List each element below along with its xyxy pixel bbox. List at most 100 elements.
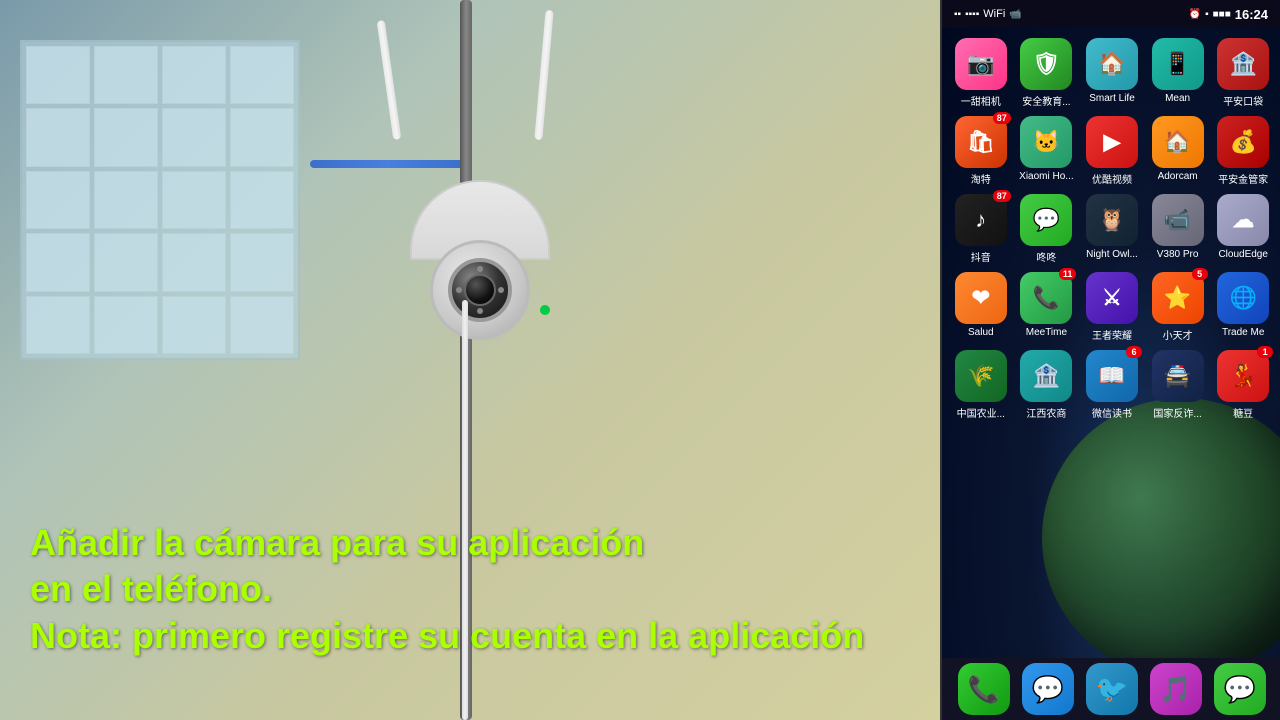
app-label-pingan: 平安口袋	[1223, 93, 1263, 108]
phone-wallpaper: 📷一甜相机🛡安全教育...🏠Smart Life📱Mean🏦平安口袋🛍87淘特🐱…	[942, 28, 1280, 658]
app-badge-yangdou: 1	[1257, 346, 1273, 358]
app-item-cloudedge[interactable]: ☁CloudEdge	[1212, 194, 1274, 264]
app-icon-taote: 🛍87	[955, 116, 1007, 168]
app-item-wangzhe[interactable]: ⚔王者荣耀	[1081, 272, 1143, 342]
app-item-jiangxi[interactable]: 🏦 江西农商	[1016, 350, 1078, 420]
app-label-jiangxi: 江西农商	[1026, 405, 1066, 420]
dock-item-wechat[interactable]: 💬	[1214, 663, 1266, 715]
led-dot-bottom	[477, 308, 483, 314]
app-label-v380pro: V380 Pro	[1157, 249, 1199, 260]
status-bar-left: ▪▪ ▪▪▪▪ WiFi 📹	[954, 8, 1022, 20]
wifi-icon: WiFi	[983, 8, 1005, 20]
status-bar: ▪▪ ▪▪▪▪ WiFi 📹 ⏰ ▪ ■■■ 16:24	[942, 0, 1280, 28]
dock-item-messages[interactable]: 💬	[1022, 663, 1074, 715]
app-label-meetime: MeeTime	[1026, 327, 1067, 338]
dock-item-phone[interactable]: 📞	[958, 663, 1010, 715]
app-item-xiaotian[interactable]: ⭐5 小天才	[1147, 272, 1209, 342]
app-item-咚咚[interactable]: 💬 咚咚	[1016, 194, 1078, 264]
overlay-text: Añadir la cámara para su aplicación en e…	[30, 520, 864, 660]
app-item-mean[interactable]: 📱 Mean	[1147, 38, 1209, 108]
app-item-taote[interactable]: 🛍87 淘特	[950, 116, 1012, 186]
app-icon-xiaotian: ⭐5	[1152, 272, 1204, 324]
app-item-yitian[interactable]: 📷 一甜相机	[950, 38, 1012, 108]
app-icon-yangdou: 💃1	[1217, 350, 1269, 402]
app-icon-mean: 📱	[1152, 38, 1204, 90]
app-item-salud[interactable]: ❤ Salud	[950, 272, 1012, 342]
app-item-guojia[interactable]: 🚔国家反诈...	[1147, 350, 1209, 420]
app-item-pingan2[interactable]: 💰平安金管家	[1212, 116, 1274, 186]
phone-panel: ▪▪ ▪▪▪▪ WiFi 📹 ⏰ ▪ ■■■ 16:24 📷 一甜相机 🛡 安全教育.…	[940, 0, 1280, 720]
app-item-douyin[interactable]: ♪87抖音	[950, 194, 1012, 264]
app-item-adorcam[interactable]: 🏠 Adorcam	[1147, 116, 1209, 186]
camera-body	[390, 180, 570, 320]
app-label-xiaomiho: Xiaomi Ho...	[1019, 171, 1073, 182]
app-icon-guojia: 🚔	[1152, 350, 1204, 402]
video-background: Añadir la cámara para su aplicación en e…	[0, 0, 940, 720]
app-label-taote: 淘特	[971, 171, 991, 186]
app-item-meetime[interactable]: 📞11MeeTime	[1016, 272, 1078, 342]
app-item-anquan[interactable]: 🛡 安全教育...	[1016, 38, 1078, 108]
overlay-line1: Añadir la cámara para su aplicación	[30, 520, 864, 567]
app-label-xiaotian: 小天才	[1163, 327, 1193, 342]
app-label-yitian: 一甜相机	[961, 93, 1001, 108]
app-icon-smartlife: 🏠	[1086, 38, 1138, 90]
clock: 16:24	[1235, 7, 1268, 22]
status-bar-right: ⏰ ▪ ■■■ 16:24	[1189, 7, 1268, 22]
app-item-pingan[interactable]: 🏦平安口袋	[1212, 38, 1274, 108]
app-label-nightowl: Night Owl...	[1086, 249, 1138, 260]
dock-icon-messages: 💬	[1022, 663, 1074, 715]
app-icon-xiaomiho: 🐱	[1020, 116, 1072, 168]
camera-green-indicator	[540, 305, 550, 315]
app-item-weixin[interactable]: 📖6微信读书	[1081, 350, 1143, 420]
app-icon-adorcam: 🏠	[1152, 116, 1204, 168]
app-badge-taote: 87	[993, 112, 1011, 124]
battery-level: ■■■	[1213, 9, 1231, 20]
app-badge-weixin: 6	[1126, 346, 1142, 358]
app-label-anquan: 安全教育...	[1022, 93, 1070, 108]
dock-icon-music: 🎵	[1150, 663, 1202, 715]
app-badge-douyin: 87	[993, 190, 1011, 202]
dock-icon-wechat: 💬	[1214, 663, 1266, 715]
app-label-salud: Salud	[968, 327, 994, 338]
camera-turret	[430, 240, 530, 340]
app-label-adorcam: Adorcam	[1158, 171, 1198, 182]
app-item-yangdou[interactable]: 💃1糖豆	[1212, 350, 1274, 420]
app-icon-anquan: 🛡	[1020, 38, 1072, 90]
app-icon-yitian: 📷	[955, 38, 1007, 90]
app-grid: 📷一甜相机🛡安全教育...🏠Smart Life📱Mean🏦平安口袋🛍87淘特🐱…	[950, 38, 1274, 420]
app-item-zhongguo[interactable]: 🌾中国农业...	[950, 350, 1012, 420]
battery-icon: ▪	[1205, 9, 1209, 20]
app-item-trademe[interactable]: 🌐Trade Me	[1212, 272, 1274, 342]
camera-antenna-right	[534, 10, 553, 140]
app-label-mean: Mean	[1165, 93, 1190, 104]
camera-lens-inner	[464, 274, 496, 306]
led-dot-top	[477, 266, 483, 272]
app-badge-meetime: 11	[1059, 268, 1077, 280]
sim-icon: ▪▪	[954, 9, 961, 20]
dock-icon-browser: 🐦	[1086, 663, 1138, 715]
background-window	[20, 40, 300, 360]
app-item-xiaomiho[interactable]: 🐱 Xiaomi Ho...	[1016, 116, 1078, 186]
camera-antenna-left	[377, 20, 402, 140]
camera-lens-outer	[448, 258, 512, 322]
app-icon-salud: ❤	[955, 272, 1007, 324]
led-dot-left	[456, 287, 462, 293]
app-icon-咚咚: 💬	[1020, 194, 1072, 246]
app-label-zhongguo: 中国农业...	[957, 405, 1005, 420]
led-dot-right	[498, 287, 504, 293]
app-label-pingan2: 平安金管家	[1218, 171, 1268, 186]
app-icon-douyin: ♪87	[955, 194, 1007, 246]
app-icon-jiangxi: 🏦	[1020, 350, 1072, 402]
overlay-line2: en el teléfono.	[30, 566, 864, 613]
app-icon-cloudedge: ☁	[1217, 194, 1269, 246]
app-item-smartlife[interactable]: 🏠Smart Life	[1081, 38, 1143, 108]
app-item-youku[interactable]: ▶优酷视频	[1081, 116, 1143, 186]
dock-item-music[interactable]: 🎵	[1150, 663, 1202, 715]
app-icon-nightowl: 🦉	[1086, 194, 1138, 246]
app-item-v380pro[interactable]: 📹V380 Pro	[1147, 194, 1209, 264]
app-label-咚咚: 咚咚	[1036, 249, 1056, 264]
app-item-nightowl[interactable]: 🦉 Night Owl...	[1081, 194, 1143, 264]
app-label-weixin: 微信读书	[1092, 405, 1132, 420]
dock-item-browser[interactable]: 🐦	[1086, 663, 1138, 715]
alarm-icon: ⏰	[1189, 9, 1201, 20]
